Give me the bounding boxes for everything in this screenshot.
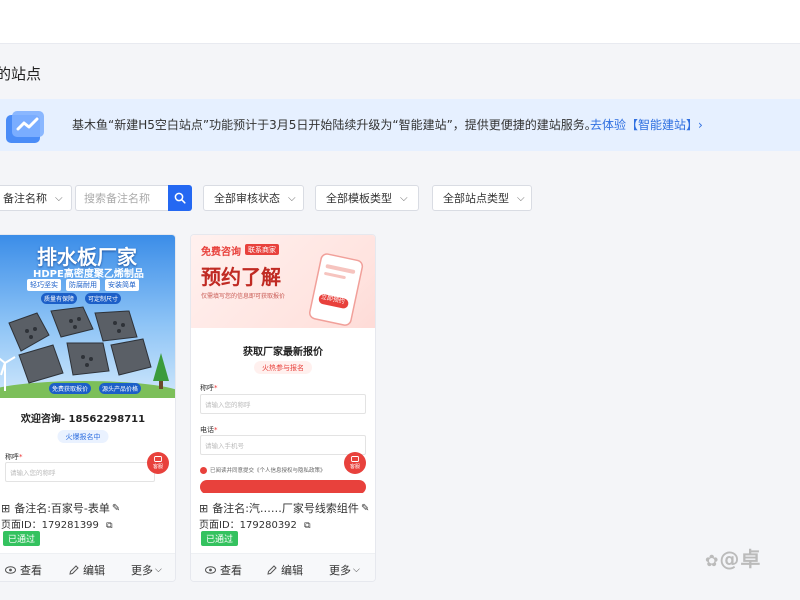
form-preview: 欢迎咨询- 18562298711 火爆报名中 称呼* 请输入您的称呼 客服 <box>0 398 175 493</box>
site-remark-name: ⊞ 备注名:汽……厂家号线索组件 ✎ <box>199 501 370 516</box>
more-button[interactable]: 更多 ⌵ <box>131 562 162 578</box>
site-card[interactable]: 免费咨询 联系商家 预约了解 仅需填写您的信息即可获取报价 立即预约 获取厂家最… <box>190 234 376 582</box>
chevron-down-icon: ⌵ <box>55 192 63 204</box>
form-preview: 获取厂家最新报价 火热参与报名 称呼* 请输入您的称呼 电话* 请输入手机号 已… <box>191 328 375 493</box>
name-field-select[interactable]: 备注名称 ⌵ <box>0 185 72 211</box>
view-button[interactable]: 查看 <box>5 562 42 578</box>
hero-bottom-tag: 免费获取报价 <box>49 383 92 394</box>
chevron-down-icon: ⌵ <box>155 565 162 575</box>
checkbox-checked-icon <box>200 466 207 474</box>
customer-service-icon: 客服 <box>147 452 169 474</box>
upgrade-notice-banner: 基木鱼“新建H5空白站点”功能预计于3月5日开始陆续升级为“智能建站”，提供更便… <box>0 99 800 151</box>
copy-icon[interactable]: ⧉ <box>106 521 112 531</box>
chevron-down-icon: ⌵ <box>517 192 525 204</box>
site-type-label: 全部站点类型 <box>443 192 509 205</box>
edit-name-icon[interactable]: ✎ <box>112 503 120 514</box>
form-field-label: 称呼* <box>200 384 218 392</box>
site-remark-name: ⊞ 备注名:百家号-表单 ✎ <box>1 501 121 516</box>
edit-icon <box>267 565 277 575</box>
chevron-down-icon: ⌵ <box>400 192 408 204</box>
hero-bottom-tag: 源头产品价格 <box>99 383 142 394</box>
site-type-select[interactable]: 全部站点类型 ⌵ <box>432 185 532 211</box>
view-button[interactable]: 查看 <box>205 562 242 578</box>
edit-button[interactable]: 编辑 <box>69 562 105 578</box>
hero-subline: HDPE高密度聚乙烯制品 <box>33 269 144 280</box>
edit-icon <box>69 565 79 575</box>
audit-status-select[interactable]: 全部审核状态 ⌵ <box>203 185 304 211</box>
chevron-down-icon: ⌵ <box>353 565 360 575</box>
watermark: ✿@卓 <box>705 547 762 571</box>
hero-caption: 仅需填写您的信息即可获取报价 <box>201 293 286 300</box>
hero-bottom-tags: 免费获取报价 源头产品价格 <box>49 383 142 394</box>
hero-headline: 预约了解 <box>201 265 281 289</box>
form-name-input: 请输入您的称呼 <box>200 394 366 414</box>
page-id: 页面ID：179280392 ⧉ <box>199 520 311 531</box>
hero-chip: 联系商家 <box>245 244 279 255</box>
form-preview-title: 欢迎咨询- 18562298711 <box>20 414 146 425</box>
hot-signup-pill: 火爆报名中 <box>57 430 109 443</box>
form-preview-title: 获取厂家最新报价 <box>243 347 323 358</box>
search-button[interactable] <box>168 185 192 211</box>
search-icon <box>174 192 186 204</box>
edit-name-icon[interactable]: ✎ <box>361 503 369 514</box>
submit-button-preview <box>200 480 366 493</box>
hero-tag: 防腐耐用 <box>66 279 100 291</box>
site-card[interactable]: 排水板厂家 HDPE高密度聚乙烯制品 轻巧坚实 防腐耐用 安装简单 质量有保障 … <box>0 234 176 582</box>
grid-icon: ⊞ <box>1 501 11 515</box>
status-badge: 已通过 <box>201 531 239 546</box>
form-phone-input: 请输入手机号 <box>200 435 366 455</box>
hero-tag-row: 轻巧坚实 防腐耐用 安装简单 <box>27 279 139 291</box>
site-thumbnail[interactable]: 排水板厂家 HDPE高密度聚乙烯制品 轻巧坚实 防腐耐用 安装简单 质量有保障 … <box>0 235 175 398</box>
page-id: 页面ID：179281399 ⧉ <box>1 520 113 531</box>
hot-signup-pill: 火热参与报名 <box>254 361 312 374</box>
eye-icon <box>5 566 16 574</box>
edit-button[interactable]: 编辑 <box>267 562 303 578</box>
eye-icon <box>205 566 216 574</box>
hero-tag: 安装简单 <box>105 279 139 291</box>
status-badge: 已通过 <box>3 531 41 546</box>
banner-text: 基木鱼“新建H5空白站点”功能预计于3月5日开始陆续升级为“智能建站”，提供更便… <box>72 118 597 132</box>
hero-chips: 免费咨询 联系商家 <box>201 243 279 258</box>
hero-chip: 免费咨询 <box>201 247 241 258</box>
name-field-select-label: 备注名称 <box>3 192 47 205</box>
search-input[interactable] <box>75 185 169 211</box>
try-smart-build-link[interactable]: 去体验【智能建站】› <box>590 116 703 133</box>
audit-status-label: 全部审核状态 <box>214 192 280 205</box>
template-type-label: 全部模板类型 <box>326 192 392 205</box>
card-actions: 查看 编辑 更多 ⌵ <box>0 553 175 581</box>
more-button[interactable]: 更多 ⌵ <box>329 562 360 578</box>
top-header-bar <box>0 0 800 44</box>
form-field-label: 称呼* <box>5 453 23 461</box>
copy-icon[interactable]: ⧉ <box>304 521 310 531</box>
form-field-label: 电话* <box>200 426 218 434</box>
chevron-down-icon: ⌵ <box>288 192 296 204</box>
grid-icon: ⊞ <box>199 501 209 515</box>
page-title: 的站点 <box>0 65 42 83</box>
upgrade-illustration-icon <box>6 111 44 143</box>
customer-service-icon: 客服 <box>344 452 366 474</box>
template-type-select[interactable]: 全部模板类型 ⌵ <box>315 185 419 211</box>
hero-tag: 轻巧坚实 <box>27 279 61 291</box>
phone-illustration <box>309 253 364 326</box>
consent-row: 已阅读并同意提交《个人信息授权与隐私政策》 <box>200 466 326 474</box>
form-name-input: 请输入您的称呼 <box>5 462 155 482</box>
paw-logo-icon: ✿ <box>705 551 720 570</box>
card-actions: 查看 编辑 更多 ⌵ <box>191 553 375 581</box>
